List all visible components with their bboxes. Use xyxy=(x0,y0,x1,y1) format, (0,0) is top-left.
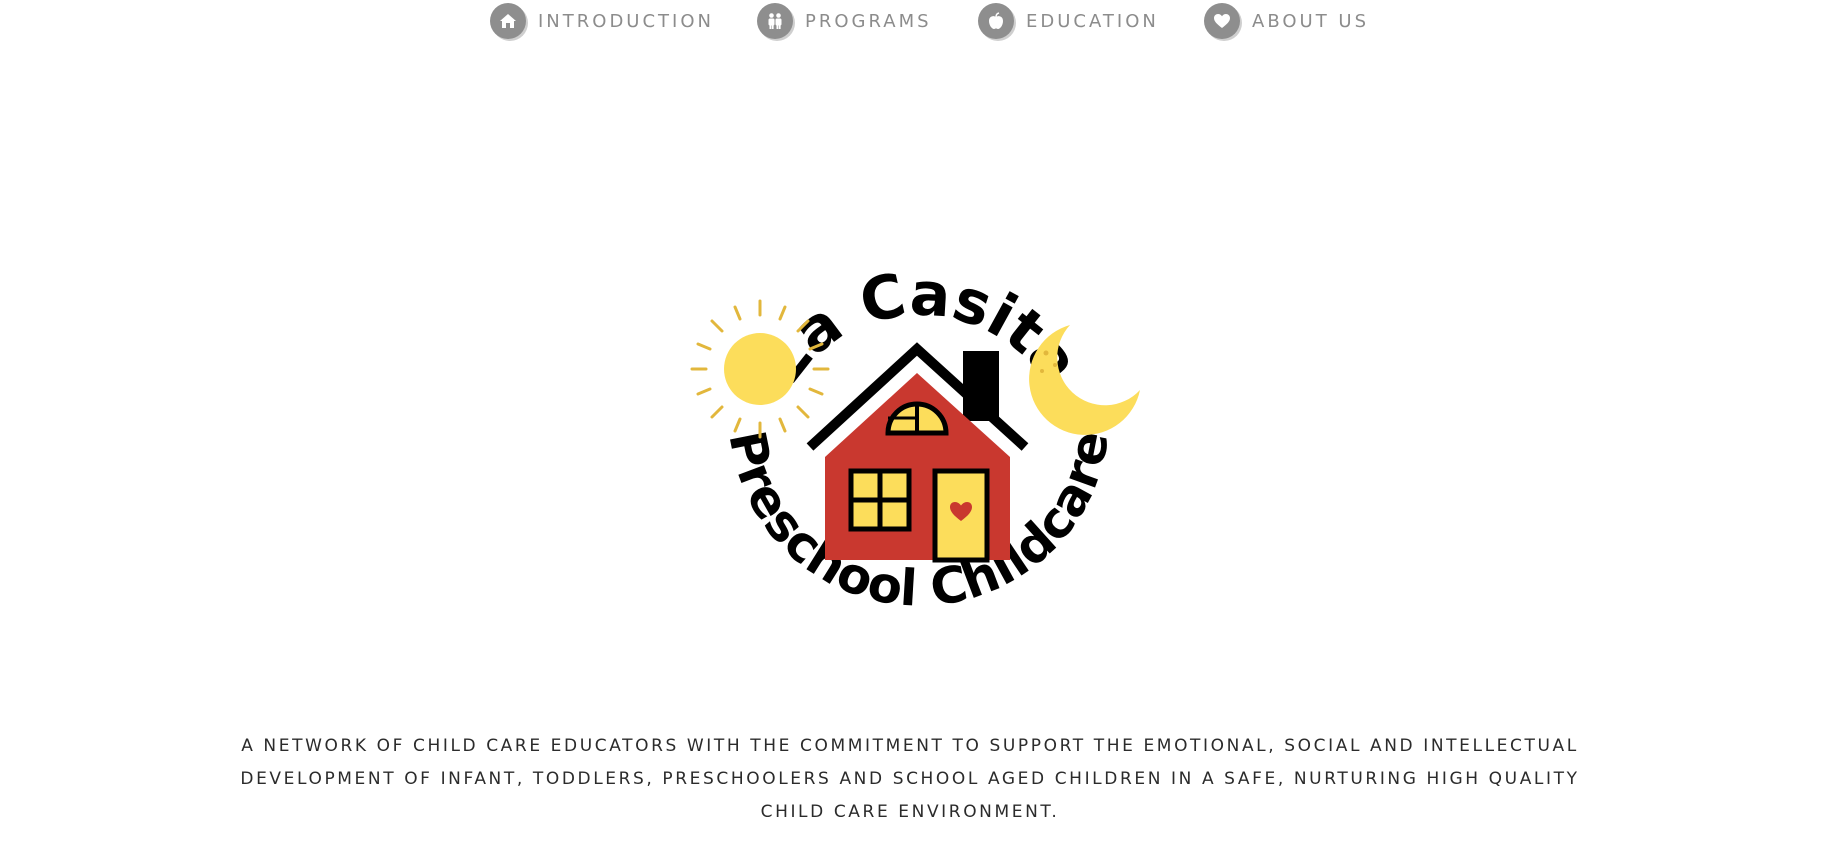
nav-label-education: EDUCATION xyxy=(1026,10,1159,32)
page: INTRODUCTION PROGRAMS EDUCATION ABOUT US… xyxy=(0,0,1843,863)
nav-item-about-us[interactable]: ABOUT US xyxy=(1204,3,1369,39)
nav-label-introduction: INTRODUCTION xyxy=(538,10,714,32)
nav-label-programs: PROGRAMS xyxy=(805,10,932,32)
nav-item-education[interactable]: EDUCATION xyxy=(978,3,1159,39)
house-icon xyxy=(806,342,1029,563)
moon-icon xyxy=(1029,325,1140,435)
children-icon xyxy=(757,3,793,39)
heart-icon xyxy=(1204,3,1240,39)
nav-label-about-us: ABOUT US xyxy=(1252,10,1370,32)
nav-item-programs[interactable]: PROGRAMS xyxy=(757,3,932,39)
top-navigation: INTRODUCTION PROGRAMS EDUCATION ABOUT US xyxy=(0,0,1843,40)
apple-icon xyxy=(978,3,1014,39)
mission-statement: A NETWORK OF CHILD CARE EDUCATORS WITH T… xyxy=(240,736,1580,822)
nav-item-introduction[interactable]: INTRODUCTION xyxy=(490,3,714,39)
home-icon xyxy=(490,3,526,39)
la-casita-logo: La Casita Preschool Childcare xyxy=(680,215,1160,685)
